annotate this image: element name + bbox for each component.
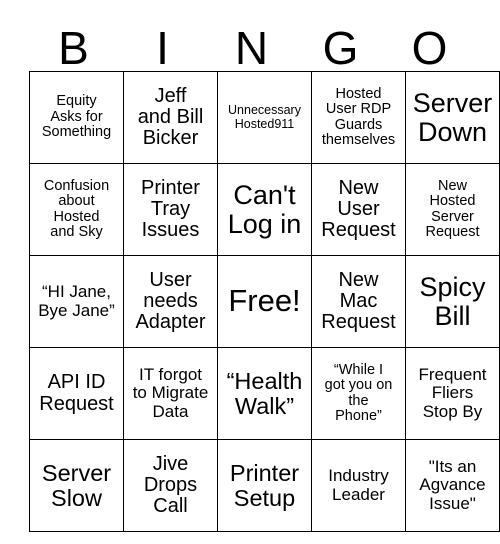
bingo-cell[interactable]: API ID Request — [29, 347, 124, 440]
bingo-cell-label: Equity Asks for Something — [41, 93, 112, 141]
bingo-cell[interactable]: New Mac Request — [311, 255, 406, 348]
bingo-cell[interactable]: Equity Asks for Something — [29, 71, 124, 164]
bingo-cell-label: Printer Tray Issues — [141, 176, 200, 242]
bingo-cell[interactable]: IT forgot to Migrate Data — [123, 347, 218, 440]
bingo-cell[interactable]: “HI Jane, Bye Jane” — [29, 255, 124, 348]
bingo-cell-label: New User Request — [321, 176, 396, 242]
bingo-row: “HI Jane, Bye Jane” User needs Adapter F… — [29, 255, 500, 348]
bingo-cell-label: IT forgot to Migrate Data — [132, 365, 209, 421]
bingo-header-letter-g: G — [322, 22, 359, 74]
bingo-row: API ID Request IT forgot to Migrate Data… — [29, 347, 500, 440]
bingo-cell-label: “Health Walk” — [226, 367, 303, 419]
bingo-card: B I N G O Equity Asks for Something Jeff… — [29, 14, 500, 532]
bingo-cell[interactable]: Hosted User RDP Guards themselves — [311, 71, 406, 164]
bingo-cell-label: Jeff and Bill Bicker — [137, 84, 204, 150]
bingo-cell-label: Industry Leader — [328, 466, 389, 504]
bingo-cell[interactable]: Jive Drops Call — [123, 439, 218, 532]
bingo-cell-label: Hosted User RDP Guards themselves — [321, 85, 396, 148]
bingo-cell[interactable]: Can't Log in — [217, 163, 312, 256]
bingo-cell-label: API ID Request — [39, 371, 114, 415]
bingo-cell[interactable]: Server Slow — [29, 439, 124, 532]
bingo-row: Equity Asks for Something Jeff and Bill … — [29, 71, 500, 164]
bingo-cell[interactable]: “While I got you on the Phone” — [311, 347, 406, 440]
bingo-cell-label: Confusion about Hosted and Sky — [43, 177, 110, 240]
bingo-cell[interactable]: Printer Setup — [217, 439, 312, 532]
bingo-cell[interactable]: Spicy Bill — [405, 255, 500, 348]
bingo-cell[interactable]: Server Down — [405, 71, 500, 164]
bingo-header-letter-n: N — [234, 22, 269, 74]
bingo-header-letter-o: O — [411, 22, 448, 74]
bingo-cell-label: Printer Setup — [229, 459, 300, 511]
bingo-cell-label: Can't Log in — [227, 179, 302, 239]
bingo-cell-label: Jive Drops Call — [143, 452, 198, 518]
bingo-cell-label: Spicy Bill — [419, 271, 486, 331]
bingo-cell-label: Server Slow — [41, 459, 112, 511]
bingo-cell[interactable]: New User Request — [311, 163, 406, 256]
bingo-cell[interactable]: Jeff and Bill Bicker — [123, 71, 218, 164]
bingo-cell-label: New Hosted Server Request — [425, 177, 480, 240]
bingo-header-row: B I N G O — [29, 14, 474, 71]
bingo-row: Confusion about Hosted and Sky Printer T… — [29, 163, 500, 256]
bingo-cell-free[interactable]: Free! — [217, 255, 312, 348]
bingo-cell-label: "Its an Agvance Issue" — [419, 457, 486, 513]
bingo-cell[interactable]: Printer Tray Issues — [123, 163, 218, 256]
bingo-cell[interactable]: Unnecessary Hosted911 — [217, 71, 312, 164]
bingo-cell[interactable]: Industry Leader — [311, 439, 406, 532]
bingo-cell-label: “HI Jane, Bye Jane” — [38, 282, 115, 320]
bingo-cell[interactable]: User needs Adapter — [123, 255, 218, 348]
bingo-cell[interactable]: “Health Walk” — [217, 347, 312, 440]
bingo-cell-label: Free! — [228, 283, 301, 319]
bingo-header-letter-i: I — [156, 22, 169, 74]
bingo-cell[interactable]: New Hosted Server Request — [405, 163, 500, 256]
bingo-cell-label: “While I got you on the Phone” — [324, 361, 393, 424]
bingo-cell[interactable]: Frequent Fliers Stop By — [405, 347, 500, 440]
bingo-row: Server Slow Jive Drops Call Printer Setu… — [29, 439, 500, 532]
bingo-grid: Equity Asks for Something Jeff and Bill … — [29, 71, 500, 532]
bingo-cell-label: User needs Adapter — [135, 268, 206, 334]
bingo-cell-label: Frequent Fliers Stop By — [418, 365, 487, 421]
bingo-cell[interactable]: "Its an Agvance Issue" — [405, 439, 500, 532]
bingo-header-letter-b: B — [58, 22, 89, 74]
bingo-cell[interactable]: Confusion about Hosted and Sky — [29, 163, 124, 256]
bingo-cell-label: Server Down — [412, 87, 493, 147]
bingo-cell-label: New Mac Request — [321, 268, 396, 334]
bingo-cell-label: Unnecessary Hosted911 — [228, 103, 301, 131]
